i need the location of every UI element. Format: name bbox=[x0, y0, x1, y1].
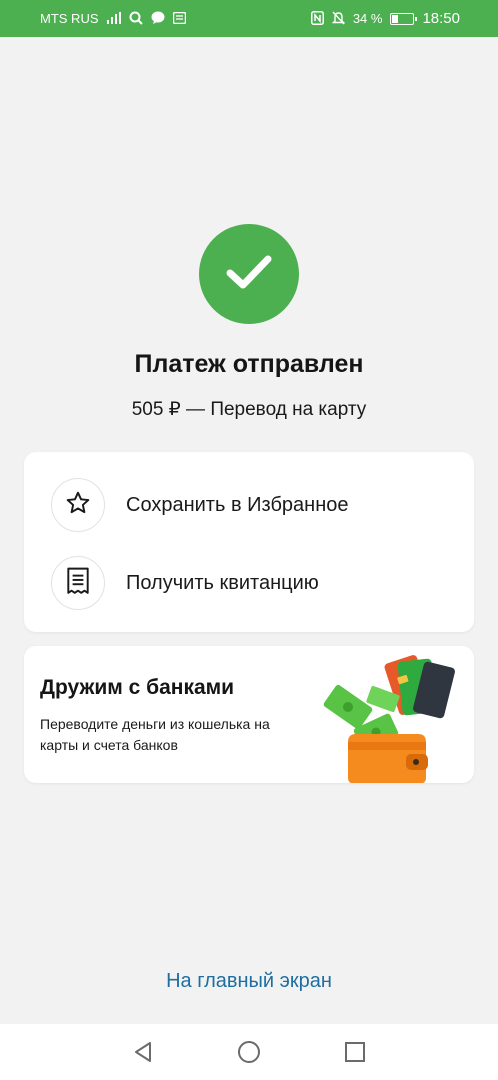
signal-icon bbox=[106, 11, 121, 26]
chat-icon bbox=[151, 11, 165, 26]
system-nav-bar bbox=[0, 1024, 498, 1080]
get-receipt-button[interactable]: Получить квитанцию bbox=[24, 544, 474, 622]
clock: 18:50 bbox=[422, 10, 460, 27]
payment-amount-subtitle: 505 ₽ — Перевод на карту bbox=[131, 399, 367, 420]
nfc-icon bbox=[310, 10, 324, 27]
promo-text: Переводите деньги из кошелька на карты и… bbox=[40, 716, 270, 753]
battery-level-fill bbox=[392, 14, 399, 23]
receipt-icon bbox=[66, 567, 90, 600]
promo-banner[interactable]: Дружим с банками Переводите деньги из ко… bbox=[24, 646, 474, 783]
recents-icon[interactable] bbox=[343, 1040, 367, 1064]
mute-icon bbox=[331, 11, 346, 27]
favorites-icon-circle bbox=[51, 478, 105, 532]
search-icon bbox=[129, 11, 143, 27]
notification-icon bbox=[172, 11, 186, 26]
actions-card: Сохранить в Избранное Получить квитанцию bbox=[24, 452, 474, 632]
check-icon bbox=[225, 252, 273, 297]
get-receipt-label: Получить квитанцию bbox=[126, 571, 319, 594]
payment-status-title: Платеж отправлен bbox=[134, 350, 364, 378]
carrier-label: MTS RUS bbox=[40, 11, 99, 26]
save-to-favorites-button[interactable]: Сохранить в Избранное bbox=[24, 466, 474, 544]
status-right: 34 % 18:50 bbox=[310, 10, 460, 27]
home-icon[interactable] bbox=[237, 1040, 261, 1064]
battery-icon bbox=[390, 12, 418, 25]
promo-title: Дружим с банками bbox=[40, 676, 235, 699]
home-screen-link[interactable]: На главный экран bbox=[0, 970, 498, 993]
wallet-cards-illustration bbox=[308, 650, 474, 783]
status-bar: MTS RUS 34 % 18:50 bbox=[0, 0, 498, 37]
save-to-favorites-label: Сохранить в Избранное bbox=[126, 493, 349, 516]
status-left: MTS RUS bbox=[40, 11, 186, 27]
battery-percent: 34 % bbox=[352, 11, 383, 26]
success-badge bbox=[199, 224, 299, 324]
star-icon bbox=[65, 490, 91, 521]
receipt-icon-circle bbox=[51, 556, 105, 610]
back-icon[interactable] bbox=[131, 1040, 155, 1064]
